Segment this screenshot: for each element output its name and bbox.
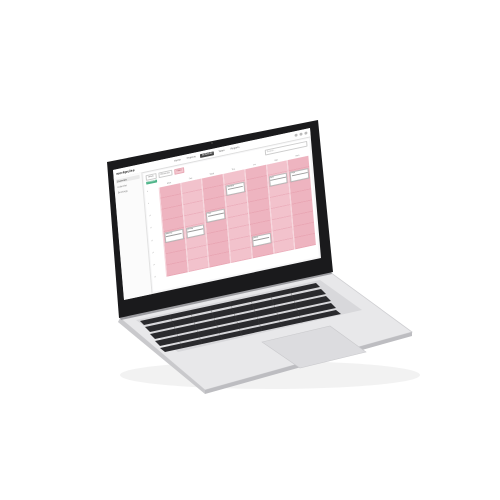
calendar-event[interactable]: Demo xyxy=(251,232,272,247)
nav-item-home[interactable]: Home xyxy=(172,158,182,164)
filter-button[interactable]: Filter xyxy=(174,167,185,175)
camera-icon xyxy=(211,142,213,144)
filter-resource-button[interactable]: Resource xyxy=(157,169,173,179)
time-label: 11 xyxy=(149,227,152,230)
nav-item-reports[interactable]: Reports xyxy=(229,145,241,151)
time-label: 8 xyxy=(146,190,149,193)
time-label: 13 xyxy=(152,251,155,255)
nav-item-projects[interactable]: Projects xyxy=(185,154,198,160)
calendar-event[interactable]: Standup xyxy=(225,181,246,196)
nav-item-team[interactable]: Team xyxy=(217,148,227,154)
avatar[interactable] xyxy=(304,130,308,135)
time-label: 12 xyxy=(151,239,154,242)
time-label: 15 xyxy=(154,276,157,279)
time-label: 10 xyxy=(148,215,152,218)
time-label: 9 xyxy=(147,203,150,206)
calendar-event[interactable]: Review xyxy=(185,224,206,239)
nav-item-schedule[interactable]: Schedule xyxy=(200,150,215,158)
calendar-event[interactable]: Sync xyxy=(268,172,288,187)
calendar-event[interactable]: Plan xyxy=(289,168,310,182)
notification-icon[interactable] xyxy=(294,133,298,137)
stage: workpulse Home Projects Schedule Team Re… xyxy=(0,0,500,500)
calendar-event[interactable]: Meeting xyxy=(164,228,184,243)
settings-icon[interactable] xyxy=(299,132,303,136)
time-label: 14 xyxy=(153,263,156,267)
top-bar-actions xyxy=(294,130,308,137)
calendar-event[interactable]: Call xyxy=(206,208,226,223)
